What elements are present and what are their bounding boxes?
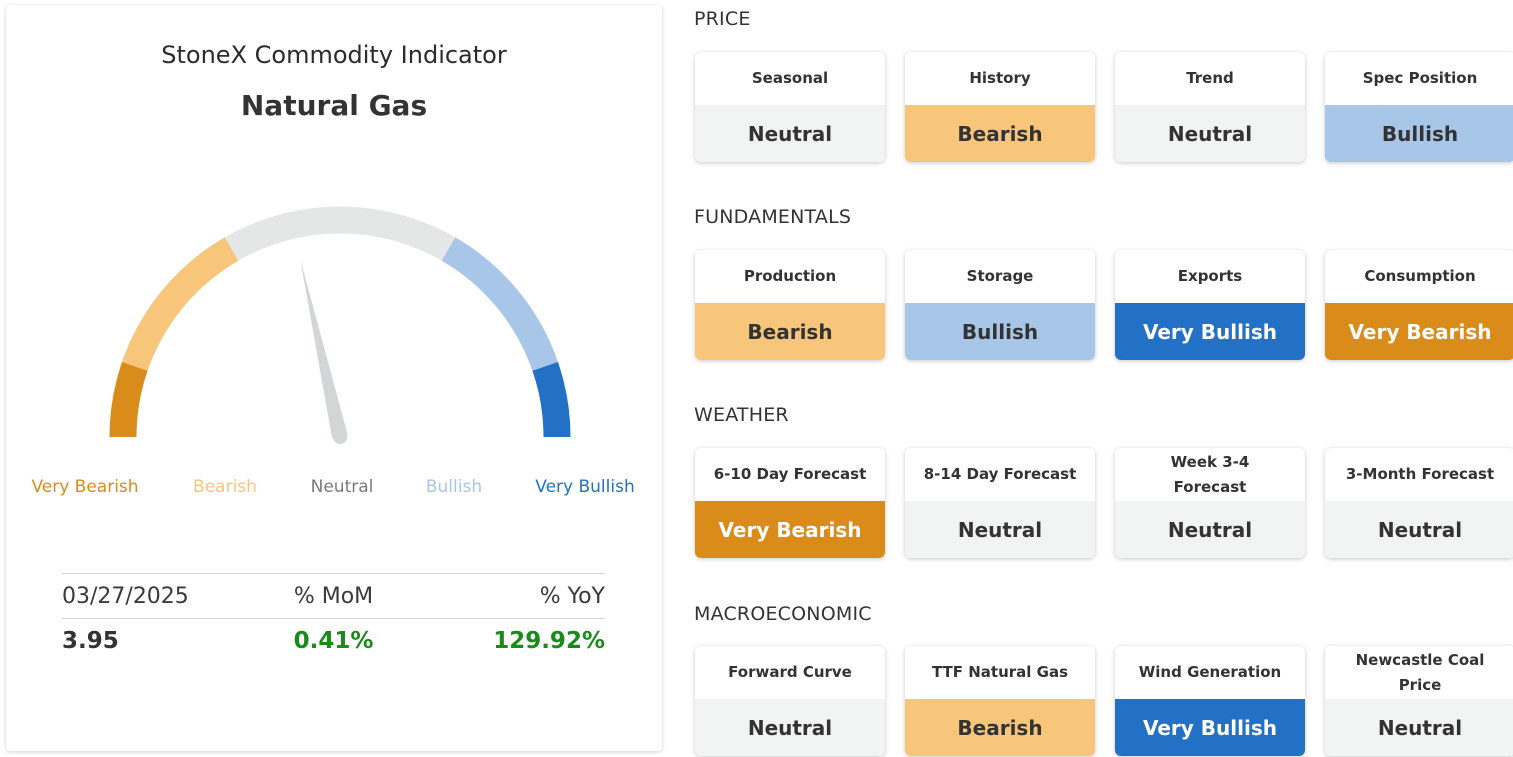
scale-label-very-bullish: Very Bullish [535, 477, 635, 497]
card-status: Bearish [905, 105, 1095, 162]
card-status: Neutral [1325, 501, 1513, 558]
stats-date: 03/27/2025 [62, 583, 189, 609]
card-spec-position[interactable]: Spec Position Bullish [1325, 52, 1513, 162]
card-6-10-day-forecast[interactable]: 6-10 Day Forecast Very Bearish [695, 448, 885, 558]
price-stats: 03/27/2025 % MoM % YoY 3.95 0.41% 129.92… [62, 573, 605, 663]
card-storage[interactable]: Storage Bullish [905, 250, 1095, 360]
stats-header-row: 03/27/2025 % MoM % YoY [62, 573, 605, 618]
stats-yoy-header: % YoY [539, 583, 605, 609]
scale-label-very-bearish: Very Bearish [31, 477, 139, 497]
card-name: 8-14 Day Forecast [923, 465, 1077, 483]
card-3-month-forecast[interactable]: 3-Month Forecast Neutral [1325, 448, 1513, 558]
card-trend[interactable]: Trend Neutral [1115, 52, 1305, 162]
card-name: Seasonal [751, 69, 829, 87]
card-status: Neutral [1325, 699, 1513, 756]
sentiment-gauge [109, 206, 571, 444]
card-week-3-4-forecast[interactable]: Week 3-4 Forecast Neutral [1115, 448, 1305, 558]
gauge-segment-very-bullish [532, 361, 571, 438]
card-status: Bearish [905, 699, 1095, 756]
gauge-track [109, 206, 571, 438]
card-wind-generation[interactable]: Wind Generation Very Bullish [1115, 646, 1305, 756]
stats-mom-header: % MoM [293, 583, 374, 609]
card-consumption[interactable]: Consumption Very Bearish [1325, 250, 1513, 360]
card-name: 3-Month Forecast [1345, 465, 1495, 483]
card-newcastle-coal-price[interactable]: Newcastle Coal Price Neutral [1325, 646, 1513, 756]
card-exports[interactable]: Exports Very Bullish [1115, 250, 1305, 360]
section-title-weather: WEATHER [694, 404, 789, 426]
card-name: Spec Position [1362, 69, 1478, 87]
section-title-price: PRICE [694, 8, 751, 30]
card-name: Forward Curve [728, 663, 852, 681]
scale-label-bullish: Bullish [425, 477, 483, 497]
card-history[interactable]: History Bearish [905, 52, 1095, 162]
card-ttf-natural-gas[interactable]: TTF Natural Gas Bearish [905, 646, 1095, 756]
card-status: Very Bullish [1115, 303, 1305, 360]
section-title-fundamentals: FUNDAMENTALS [694, 206, 852, 228]
gauge-needle-hub [333, 430, 347, 444]
indicator-panel: StoneX Commodity Indicator Natural Gas V… [6, 5, 662, 751]
card-status: Neutral [1115, 501, 1305, 558]
stats-yoy-value: 129.92% [493, 628, 605, 654]
card-name: Exports [1177, 267, 1243, 285]
card-name: Storage [966, 267, 1034, 285]
gauge-segment-bearish [122, 237, 239, 371]
card-name: Consumption [1364, 267, 1476, 285]
card-name: 6-10 Day Forecast [713, 465, 867, 483]
section-title-macroeconomic: MACROECONOMIC [694, 603, 872, 625]
card-status: Bullish [1325, 105, 1513, 162]
gauge-needle [300, 259, 348, 439]
card-name: Wind Generation [1138, 663, 1282, 681]
gauge-segment-bullish [441, 237, 558, 371]
card-status: Neutral [695, 105, 885, 162]
card-status: Neutral [695, 699, 885, 756]
card-status: Bearish [695, 303, 885, 360]
gauge-segment-very-bearish [109, 361, 148, 438]
stats-values-row: 3.95 0.41% 129.92% [62, 618, 605, 663]
scale-label-neutral: Neutral [310, 477, 374, 497]
card-status: Neutral [905, 501, 1095, 558]
card-name: TTF Natural Gas [931, 663, 1069, 681]
card-8-14-day-forecast[interactable]: 8-14 Day Forecast Neutral [905, 448, 1095, 558]
stats-mom-value: 0.41% [293, 628, 374, 654]
card-name: Trend [1186, 69, 1234, 87]
card-name: Week 3-4 Forecast [1170, 452, 1250, 496]
card-forward-curve[interactable]: Forward Curve Neutral [695, 646, 885, 756]
card-seasonal[interactable]: Seasonal Neutral [695, 52, 885, 162]
card-status: Very Bullish [1115, 699, 1305, 756]
card-status: Bullish [905, 303, 1095, 360]
card-name: Production [743, 267, 837, 285]
stats-price: 3.95 [62, 628, 119, 654]
card-name: History [969, 69, 1031, 87]
card-status: Neutral [1115, 105, 1305, 162]
card-name: Newcastle Coal Price [1355, 650, 1485, 694]
scale-label-bearish: Bearish [193, 477, 257, 497]
card-status: Very Bearish [1325, 303, 1513, 360]
card-status: Very Bearish [695, 501, 885, 558]
card-production[interactable]: Production Bearish [695, 250, 885, 360]
